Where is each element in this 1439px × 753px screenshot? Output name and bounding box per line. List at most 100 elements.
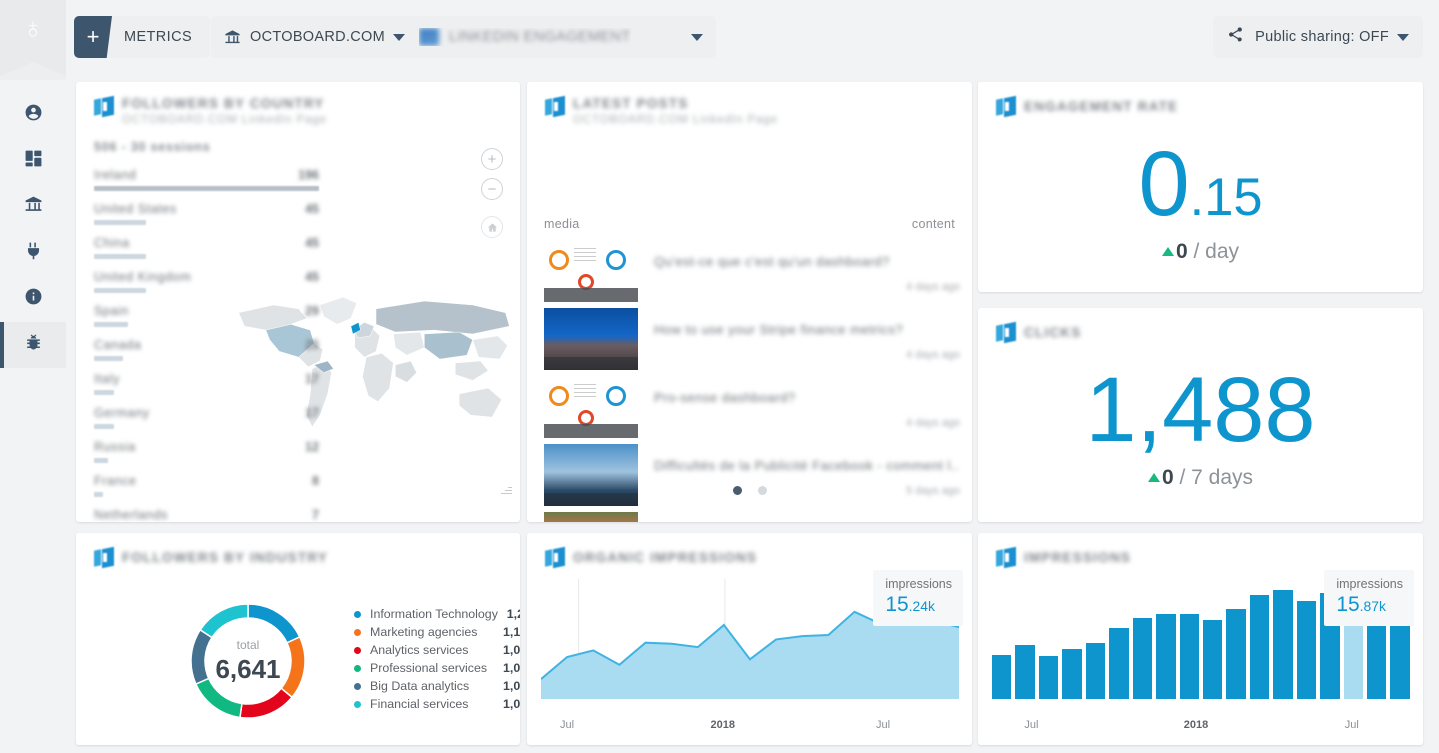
country-name: Ireland <box>94 168 136 182</box>
post-thumbnail[interactable] <box>544 308 638 370</box>
resize-handle[interactable] <box>501 483 512 494</box>
post-row[interactable]: Pro-sense dashboard? 4 days ago <box>544 376 960 438</box>
x-axis: Jul2018Jul <box>978 719 1423 733</box>
chart-tooltip: impressions 15.24k <box>873 570 963 626</box>
chevron-down-icon <box>393 34 405 41</box>
bar[interactable] <box>1250 595 1269 699</box>
map-zoom-out-button[interactable]: − <box>481 178 503 200</box>
bar[interactable] <box>1226 609 1245 699</box>
public-sharing-label: Public sharing: OFF <box>1255 29 1389 45</box>
legend-row[interactable]: Analytics services1,081/ 16% <box>354 641 520 659</box>
posts-carousel <box>527 486 972 495</box>
octoboard-logo-icon: ♁ <box>0 14 66 44</box>
card-header: LATEST POSTS OCTOBOARD.COM LinkedIn Page <box>543 96 778 126</box>
bar[interactable] <box>1086 643 1105 699</box>
bar[interactable] <box>1273 590 1292 699</box>
card-header: IMPRESSIONS <box>994 547 1131 569</box>
posts-column-headers: media content <box>544 217 955 231</box>
post-age: 4 days ago <box>654 349 960 361</box>
country-name: United States <box>94 202 177 216</box>
card-organic-impressions: ORGANIC IMPRESSIONS impressions 15.24k J… <box>527 533 972 745</box>
legend-label: Information Technology <box>370 607 498 621</box>
country-name: United Kingdom <box>94 270 191 284</box>
bar[interactable] <box>1156 614 1175 699</box>
country-value: 45 <box>305 270 319 284</box>
site-selector-dropdown[interactable]: OCTOBOARD.COM <box>211 16 418 58</box>
country-bar <box>94 458 108 463</box>
carousel-dot-2[interactable] <box>758 486 767 495</box>
bug-icon <box>24 333 43 357</box>
card-latest-posts: LATEST POSTS OCTOBOARD.COM LinkedIn Page… <box>527 82 972 522</box>
bar[interactable] <box>992 655 1011 699</box>
post-age: 4 days ago <box>654 417 960 429</box>
post-row[interactable]: Comment surveiller les métriques de Goog… <box>544 512 960 522</box>
donut-total-label: total <box>237 638 260 652</box>
sidebar-item-account[interactable] <box>0 92 66 138</box>
add-metrics-button[interactable]: + METRICS <box>74 16 210 58</box>
legend-row[interactable]: Marketing agencies1,189/ 18% <box>354 623 520 641</box>
post-thumbnail[interactable] <box>544 376 638 438</box>
post-thumbnail[interactable] <box>544 444 638 506</box>
country-name: Germany <box>94 406 150 420</box>
country-bar <box>94 288 146 293</box>
card-subtitle: OCTOBOARD.COM LinkedIn Page <box>573 114 778 126</box>
bar[interactable] <box>1062 649 1081 699</box>
bar[interactable] <box>1203 620 1222 699</box>
bar[interactable] <box>1109 628 1128 699</box>
post-row[interactable]: How to use your Stripe finance metrics?4… <box>544 308 960 370</box>
trend-up-icon <box>1148 473 1160 482</box>
chevron-down-icon <box>1397 34 1409 41</box>
app-logo[interactable]: ♁ <box>0 0 66 80</box>
metric-group-dropdown[interactable]: LINKEDIN ENGAGEMENT <box>406 16 716 58</box>
legend-row[interactable]: Information Technology1,200/ 18% <box>354 605 520 623</box>
legend-value: 1,200 <box>498 607 520 621</box>
carousel-dot-1[interactable] <box>733 486 742 495</box>
kpi-value-block: 0.15 0 / day <box>978 138 1423 264</box>
country-value: 8 <box>312 474 319 488</box>
post-thumbnail[interactable] <box>544 512 638 522</box>
country-list: 506 - 30 sessions Ireland196United State… <box>94 140 319 522</box>
post-thumbnail[interactable] <box>544 240 638 302</box>
card-impressions: IMPRESSIONS impressions 15.87k Jul2018Ju… <box>978 533 1423 745</box>
kpi-value-integer: 0 <box>1138 133 1189 235</box>
legend-row[interactable]: Big Data analytics1,050/ 16% <box>354 677 520 695</box>
legend-row[interactable]: Financial services1,050/ 16% <box>354 695 520 713</box>
legend-label: Marketing agencies <box>370 625 490 639</box>
country-name: Canada <box>94 338 141 352</box>
sidebar-item-info[interactable] <box>0 276 66 322</box>
kpi-value-block: 1,488 0 / 7 days <box>978 364 1423 490</box>
country-row: Ireland196 <box>94 168 319 191</box>
map-zoom-in-button[interactable]: + <box>481 148 503 170</box>
country-bar <box>94 186 319 191</box>
bar[interactable] <box>1039 656 1058 699</box>
sidebar-item-dashboards[interactable] <box>0 138 66 184</box>
sidebar-item-bugs[interactable] <box>0 322 66 368</box>
card-header: CLICKS <box>994 322 1081 344</box>
sidebar-item-company[interactable] <box>0 184 66 230</box>
post-row[interactable]: Difficultés de la Publicité Facebook - c… <box>544 444 960 506</box>
card-title: CLICKS <box>1024 325 1081 344</box>
public-sharing-button[interactable]: Public sharing: OFF <box>1213 16 1423 58</box>
tooltip-value: 15.87k <box>1336 593 1403 617</box>
bank-icon <box>24 195 43 219</box>
bar[interactable] <box>1297 601 1316 699</box>
post-title: Difficultés de la Publicité Facebook - c… <box>654 458 960 473</box>
country-bar <box>94 322 128 327</box>
legend-row[interactable]: Professional services1,071/ 16% <box>354 659 520 677</box>
sidebar-item-connectors[interactable] <box>0 230 66 276</box>
kpi-period: / day <box>1194 240 1240 263</box>
x-axis-tick: Jul <box>560 719 574 731</box>
card-title: LATEST POSTS <box>573 96 778 111</box>
legend-label: Big Data analytics <box>370 679 490 693</box>
bar[interactable] <box>1133 618 1152 699</box>
kpi-value: 1,488 <box>978 364 1423 456</box>
post-row[interactable]: Qu'est-ce que c'est qu'un dashboard?4 da… <box>544 240 960 302</box>
post-title: Pro-sense dashboard? <box>654 390 960 405</box>
column-header-media: media <box>544 217 580 231</box>
kpi-delta-block: 0 / day <box>978 240 1423 264</box>
bar[interactable] <box>1180 614 1199 699</box>
sidebar: ♁ <box>0 0 66 753</box>
tooltip-value-unit: .87k <box>1360 598 1386 614</box>
bar[interactable] <box>1015 645 1034 699</box>
x-axis-tick: Jul <box>876 719 890 731</box>
